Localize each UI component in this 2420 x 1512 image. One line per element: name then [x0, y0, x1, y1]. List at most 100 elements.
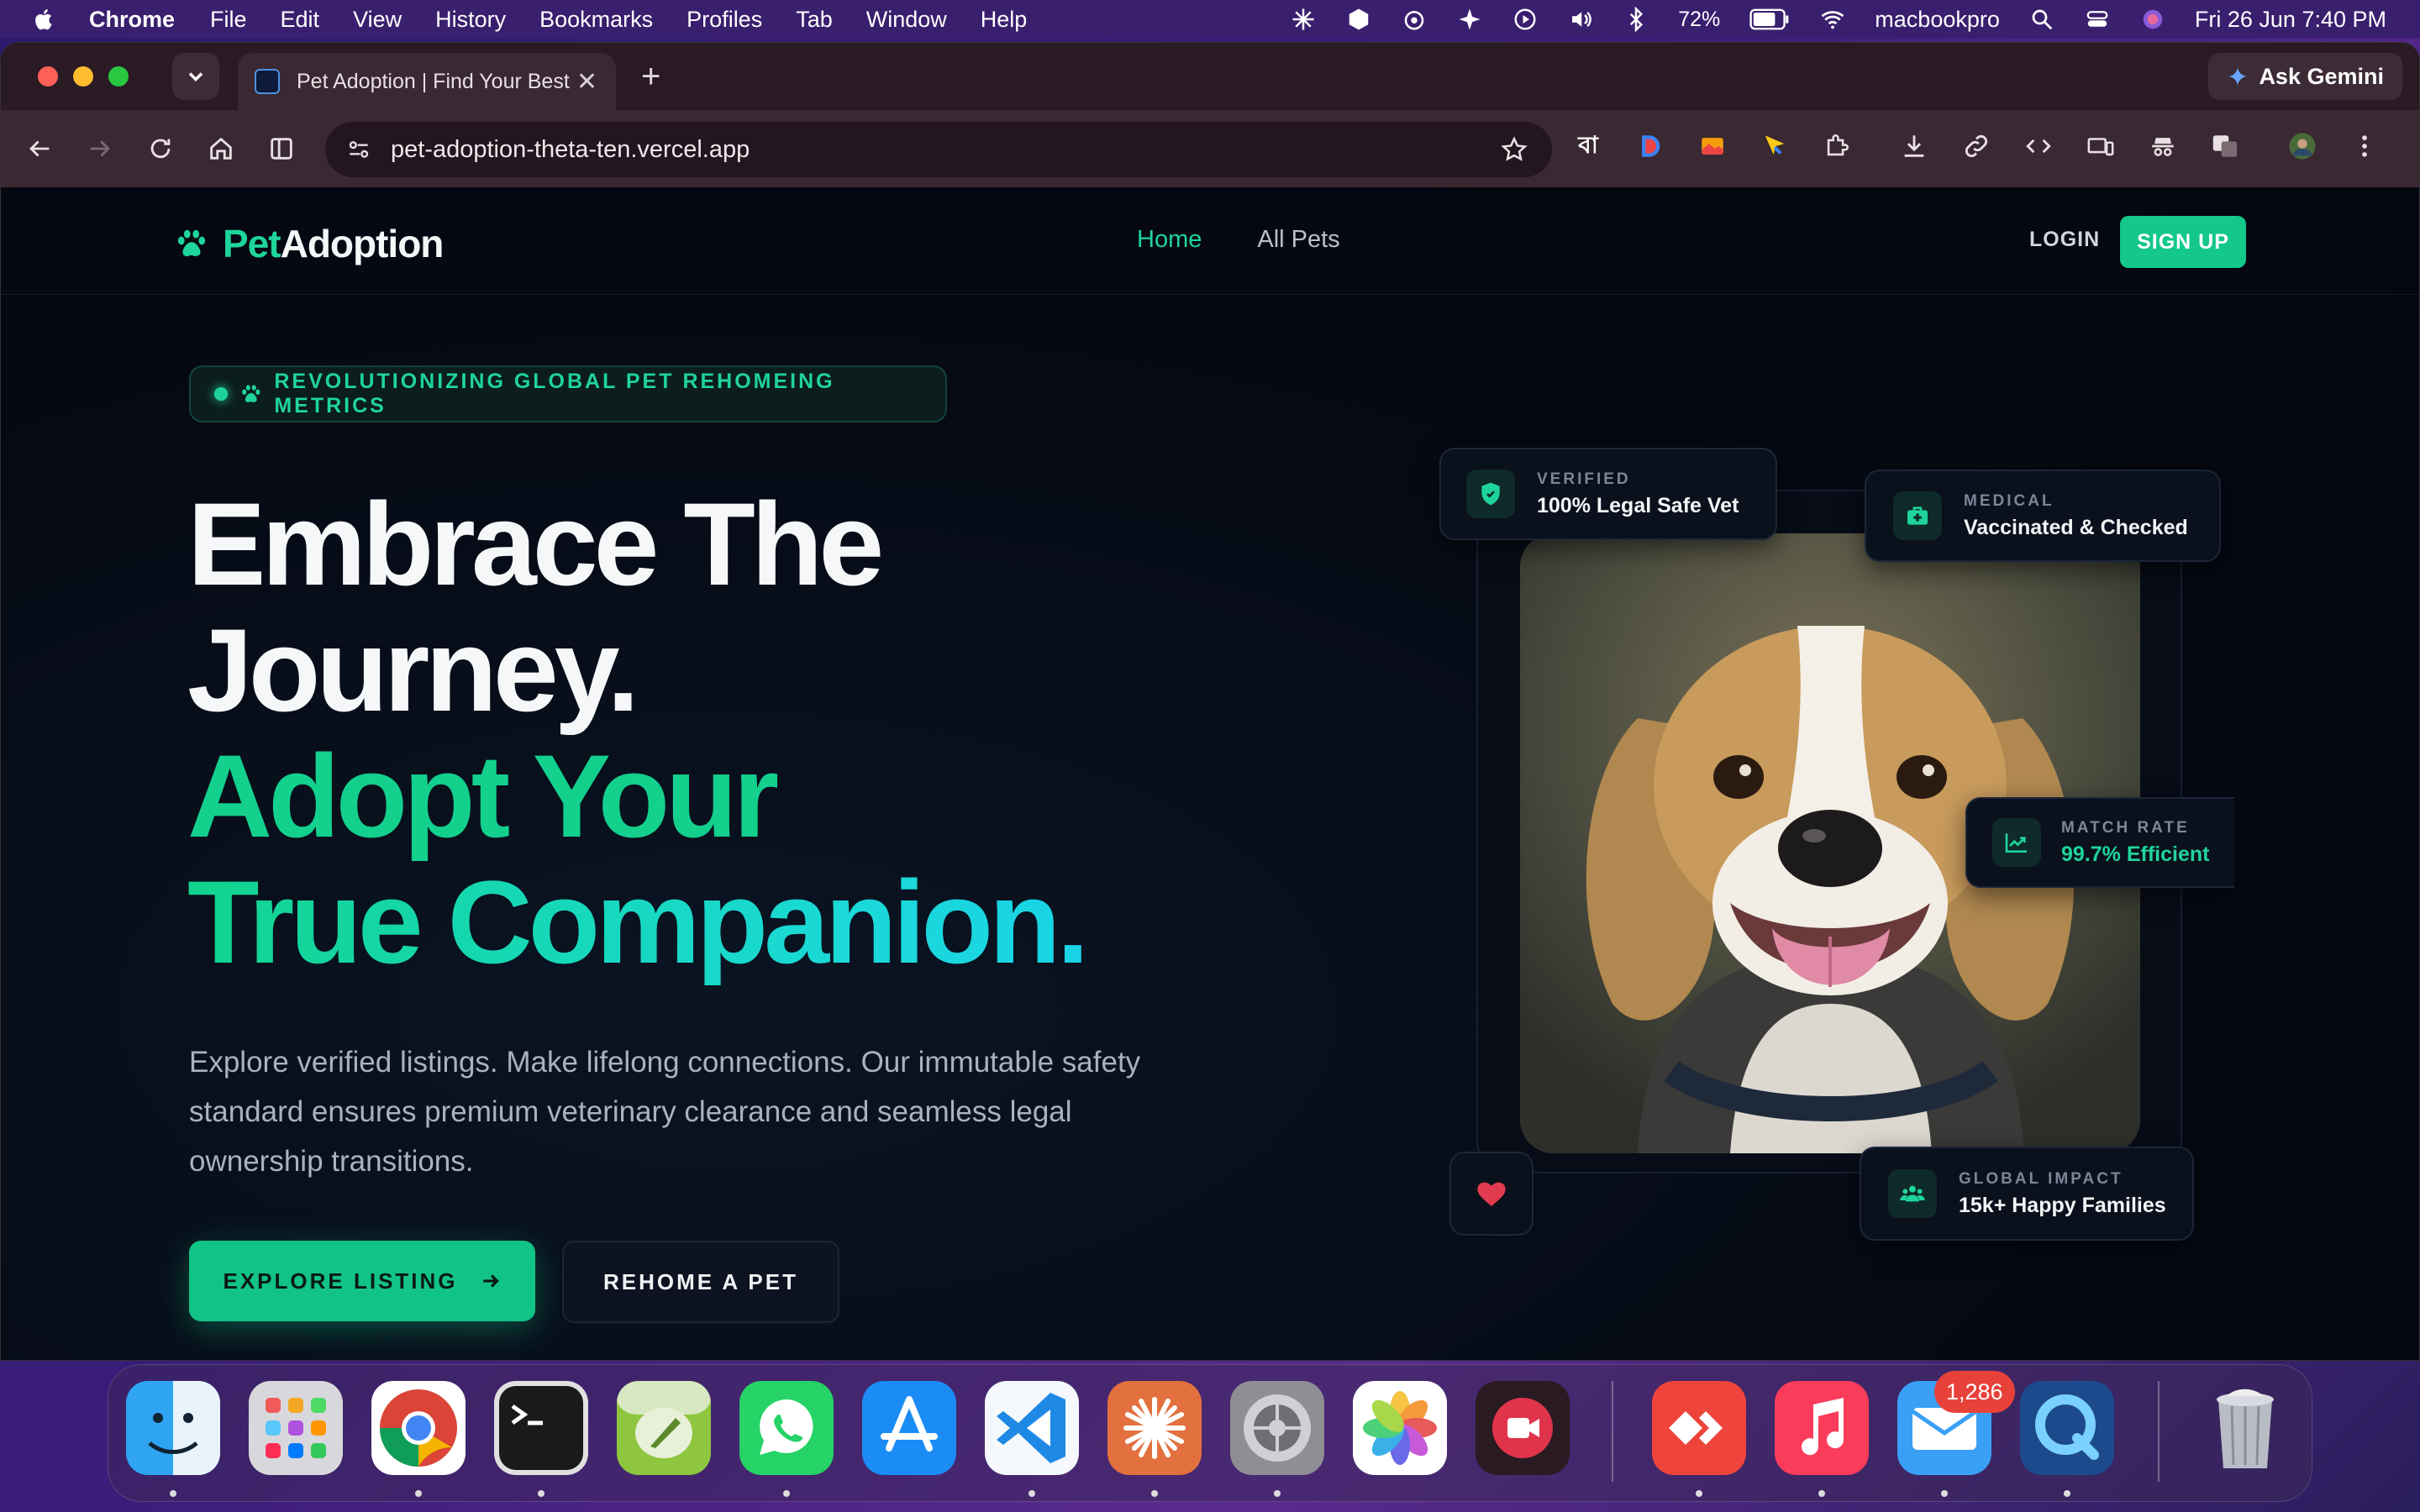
ask-gemini-label: Ask Gemini: [2259, 63, 2384, 89]
site-header: PetAdoption Home All Pets LOGIN SIGN UP: [1, 187, 2419, 295]
dock-running-indicator: [1696, 1490, 1702, 1497]
star-status-icon[interactable]: [1456, 6, 1483, 33]
system-settings-icon[interactable]: [1230, 1381, 1324, 1475]
bengali-extension-icon[interactable]: বা: [1572, 130, 1604, 162]
main-nav: Home All Pets: [1137, 226, 1340, 254]
music-icon[interactable]: [1775, 1381, 1869, 1475]
home-button[interactable]: [204, 132, 238, 165]
launchpad-icon[interactable]: [249, 1381, 343, 1475]
tab-strip: Pet Adoption | Find Your Best ✕ + Ask Ge…: [1, 43, 2419, 110]
dock-running-indicator: [170, 1490, 176, 1497]
forward-button[interactable]: [83, 132, 117, 165]
arrow-right-icon: [482, 1274, 499, 1288]
explore-listing-label: EXPLORE LISTING: [223, 1268, 458, 1294]
incognito-icon[interactable]: [2147, 130, 2179, 162]
side-panel-button[interactable]: [265, 132, 298, 165]
menu-bookmarks[interactable]: Bookmarks: [539, 7, 653, 33]
address-bar[interactable]: pet-adoption-theta-ten.vercel.app: [325, 122, 1552, 177]
code-icon[interactable]: [2023, 130, 2054, 162]
menu-view[interactable]: View: [353, 7, 402, 33]
close-tab-icon[interactable]: ✕: [576, 67, 597, 97]
favorite-button[interactable]: [1449, 1152, 1534, 1236]
photo-extension-icon[interactable]: [1697, 130, 1728, 162]
hero-badge: REVOLUTIONIZING GLOBAL PET REHOMEING MET…: [189, 365, 947, 423]
site-info-icon[interactable]: [345, 136, 372, 163]
dock-separator: [2158, 1381, 2160, 1482]
dock-running-indicator: [2064, 1490, 2070, 1497]
spotlight-search-icon[interactable]: [2028, 6, 2055, 33]
devices-icon[interactable]: [2085, 130, 2117, 162]
nav-home[interactable]: Home: [1137, 226, 1202, 254]
volume-icon[interactable]: [1567, 6, 1594, 33]
finder-icon[interactable]: [126, 1381, 220, 1475]
medical-label: MEDICAL: [1964, 491, 2054, 510]
reload-button[interactable]: [144, 132, 177, 165]
battery-icon[interactable]: [1749, 6, 1791, 33]
browser-tab-active[interactable]: Pet Adoption | Find Your Best ✕: [238, 53, 616, 110]
menu-tab[interactable]: Tab: [796, 7, 833, 33]
headline-line-4: True Companion.: [187, 856, 1089, 988]
menu-help[interactable]: Help: [981, 7, 1028, 33]
quicktime-icon[interactable]: [2020, 1381, 2114, 1475]
link-icon[interactable]: [1960, 130, 1992, 162]
vscode-icon[interactable]: [985, 1381, 1079, 1475]
chrome-icon[interactable]: [371, 1381, 466, 1475]
download-icon[interactable]: [1898, 130, 1930, 162]
bluetooth-icon[interactable]: [1623, 6, 1649, 33]
menu-profiles[interactable]: Profiles: [687, 7, 762, 33]
close-window-button[interactable]: [38, 66, 58, 87]
minimize-window-button[interactable]: [73, 66, 93, 87]
verified-card-text: VERIFIED 100% Legal Safe Vet: [1537, 470, 1739, 518]
rehome-pet-button[interactable]: REHOME A PET: [562, 1241, 839, 1323]
browser-menu-icon[interactable]: [2349, 130, 2381, 162]
control-center-icon[interactable]: [2084, 6, 2111, 33]
site-logo[interactable]: PetAdoption: [174, 221, 444, 266]
users-icon: [1900, 1185, 1925, 1202]
arrow-right-icon: [90, 140, 110, 157]
match-rate-card-text: MATCH RATE 99.7% Efficient: [2061, 819, 2209, 867]
headline-line-3: Adopt Your: [187, 730, 779, 862]
claude-icon[interactable]: [1107, 1381, 1202, 1475]
wifi-icon[interactable]: [1819, 6, 1846, 33]
siri-icon[interactable]: [2139, 6, 2166, 33]
signup-button[interactable]: SIGN UP: [2120, 216, 2246, 268]
url-text[interactable]: pet-adoption-theta-ten.vercel.app: [391, 136, 750, 164]
d-extension-icon[interactable]: [1634, 130, 1666, 162]
sparkle-status-icon[interactable]: [1290, 6, 1317, 33]
cursor-extension-icon[interactable]: [1759, 130, 1791, 162]
menu-app-name[interactable]: Chrome: [89, 7, 175, 33]
menu-window[interactable]: Window: [866, 7, 947, 33]
menu-edit[interactable]: Edit: [281, 7, 320, 33]
menu-history[interactable]: History: [435, 7, 506, 33]
screen-recorder-icon[interactable]: [1476, 1381, 1570, 1475]
extensions-puzzle-icon[interactable]: [1821, 130, 1853, 162]
photos-icon[interactable]: [1353, 1381, 1447, 1475]
new-tab-button[interactable]: +: [641, 58, 660, 96]
cube-status-icon[interactable]: [1345, 6, 1372, 33]
rocket-app-icon[interactable]: [617, 1381, 711, 1475]
app-store-icon[interactable]: [862, 1381, 956, 1475]
dock-running-indicator: [1274, 1490, 1281, 1497]
tab-search-button[interactable]: [172, 53, 219, 100]
menu-file[interactable]: File: [210, 7, 247, 33]
whatsapp-icon[interactable]: [739, 1381, 834, 1475]
profile-avatar[interactable]: [2286, 130, 2318, 162]
bookmark-star-icon[interactable]: [1500, 135, 1528, 164]
creative-cloud-icon[interactable]: [1401, 6, 1428, 33]
status-dot: [214, 387, 228, 401]
login-button[interactable]: LOGIN: [2029, 228, 2100, 252]
translate-icon[interactable]: [2209, 130, 2241, 162]
side-panel-icon: [271, 138, 292, 160]
trash-icon[interactable]: [2198, 1381, 2292, 1475]
apple-icon[interactable]: [32, 7, 57, 32]
anydesk-icon[interactable]: [1652, 1381, 1746, 1475]
maximize-window-button[interactable]: [108, 66, 129, 87]
ask-gemini-button[interactable]: Ask Gemini: [2208, 53, 2402, 100]
back-button[interactable]: [23, 132, 56, 165]
menu-datetime[interactable]: Fri 26 Jun 7:40 PM: [2195, 7, 2386, 33]
nav-all-pets[interactable]: All Pets: [1257, 226, 1339, 254]
users-icon-wrap: [1888, 1169, 1937, 1218]
play-circle-icon[interactable]: [1512, 6, 1539, 33]
terminal-icon[interactable]: [494, 1381, 588, 1475]
explore-listing-button[interactable]: EXPLORE LISTING: [189, 1241, 535, 1321]
